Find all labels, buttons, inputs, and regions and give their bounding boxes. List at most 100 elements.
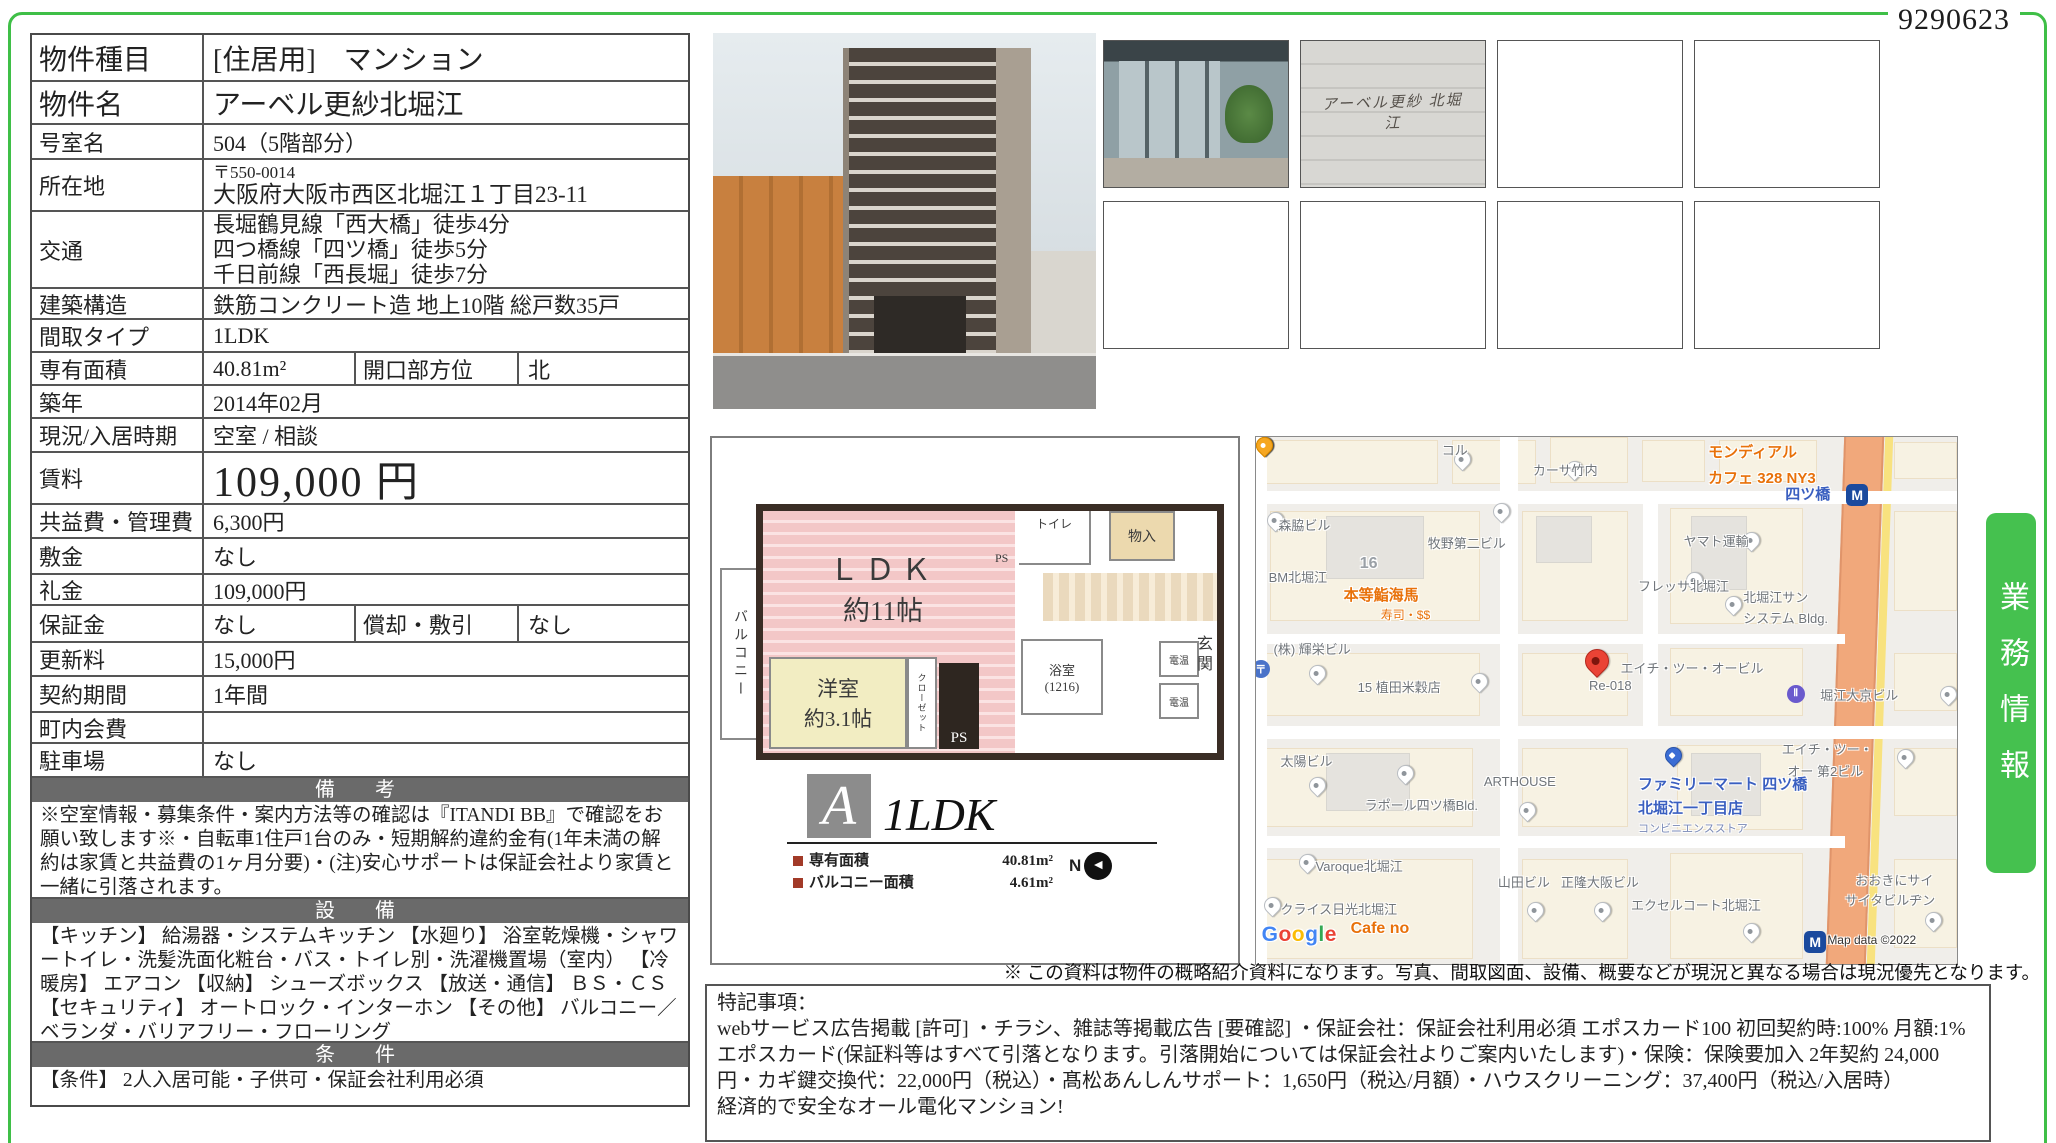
map-attribution: Map data ©2022 (1827, 933, 1916, 947)
row-label: 建築構造 (32, 289, 204, 318)
map-building (1894, 442, 1957, 479)
area-value: 40.81m² (1002, 850, 1053, 872)
row-label: 物件名 (32, 82, 204, 123)
map-label: フレッサ北堀江 (1638, 576, 1729, 595)
property-sheet: 9290623 物件種目 [住居用] マンション 物件名 アーベル更紗北堀江 号… (0, 0, 2056, 1143)
bullet-square-icon (793, 856, 803, 866)
map-label: モンディアル (1708, 441, 1797, 462)
special-notes-footer: 経済的で安全なオール電化マンション! (717, 1094, 1979, 1120)
map-label: BM北堀江 (1269, 567, 1328, 586)
document-number: 9290623 (1888, 3, 2020, 37)
floorplan-balcony: バルコニー (720, 568, 758, 740)
row-value: 長堀鶴見線「西大橋」徒歩4分 四つ橋線「四ツ橋」徒歩5分 千日前線「西長堀」徒歩… (204, 212, 688, 287)
map-building (1263, 440, 1438, 485)
exclusive-area-row: 専有面積 40.81m² (793, 850, 1053, 872)
row-value: なし (204, 606, 356, 641)
photo-slot-empty (1300, 201, 1486, 349)
map-building (1642, 440, 1705, 482)
table-row: 保証金 なし 償却・敷引 なし (32, 606, 688, 643)
photo-slot-empty (1694, 201, 1880, 349)
balcony-label: バルコニー (729, 609, 749, 699)
table-row: 共益費・管理費 6,300円 (32, 505, 688, 539)
location-map: MM〒Ⅱコルカーサ竹内森脇ビル牧野第二ビルBM北堀江16本等鮨海馬寿司・$$(株… (1255, 436, 1958, 965)
table-row: 物件名 アーベル更紗北堀江 (32, 82, 688, 125)
photo-low-building (1031, 251, 1096, 356)
table-row: 築年 2014年02月 (32, 386, 688, 419)
map-label: 四ツ橋 (1785, 483, 1830, 504)
bedroom-label: 洋室 (817, 673, 859, 703)
ldk-size: 約11帖 (783, 589, 983, 628)
photo-neighbor-building (713, 176, 843, 356)
row-label: 号室名 (32, 125, 204, 158)
area-label: 専有面積 (809, 850, 869, 872)
table-row: 交通 長堀鶴見線「西大橋」徒歩4分 四つ橋線「四ツ橋」徒歩5分 千日前線「西長堀… (32, 212, 688, 289)
map-label: おおきにサイ (1855, 870, 1933, 889)
row-label-2: 開口部方位 (356, 353, 519, 384)
row-label: 契約期間 (32, 677, 204, 711)
map-subw-icon: Ⅱ (1787, 685, 1805, 703)
map-disclaimer: ※ この資料は物件の概略紹介資料になります。写真、間取図面、設備、概要などが現況… (1004, 959, 2040, 985)
row-label: 専有面積 (32, 353, 204, 384)
floorplan-storage: 物入 (1109, 511, 1175, 561)
postal-code: 〒550-0014 (213, 163, 295, 182)
tab-business-info[interactable]: 業務情報 (1986, 513, 2036, 873)
equipment-body: 【キッチン】 給湯器・システムキッチン 【水廻り】 浴室乾燥機・シャワートイレ・… (32, 923, 688, 1043)
map-label: カーサ竹内 (1533, 460, 1598, 479)
row-label: 保証金 (32, 606, 204, 641)
row-value: なし (204, 539, 688, 573)
map-label: 牧野第二ビル (1428, 533, 1506, 552)
table-row: 物件種目 [住居用] マンション (32, 35, 688, 82)
photo-slot-empty (1497, 201, 1683, 349)
transit-line: 四つ橋線「四ツ橋」徒歩5分 (213, 237, 488, 262)
map-label: 太陽ビル (1281, 751, 1333, 770)
rent-value: 109,000 円 (204, 453, 688, 503)
table-row: 駐車場 なし (32, 744, 688, 778)
map-label: 正隆大阪ビル (1561, 872, 1639, 891)
row-value-2: 北 (519, 353, 688, 384)
row-label: 所在地 (32, 160, 204, 210)
map-label: 北堀江一丁目店 (1638, 797, 1743, 818)
special-notes: 特記事項： webサービス広告掲載 [許可] ・チラシ、雑誌等掲載広告 [要確認… (705, 984, 1991, 1142)
bath-size: (1216) (1045, 679, 1080, 695)
map-label: ヤマト運輸 (1684, 531, 1749, 550)
row-label: 町内会費 (32, 713, 204, 742)
row-value: 504（5階部分） (204, 125, 688, 158)
map-road (1643, 491, 1658, 739)
map-metro-icon: M (1846, 484, 1868, 506)
address: 大阪府大阪市西区北堀江１丁目23-11 (213, 182, 588, 208)
row-label: 賃料 (32, 453, 204, 503)
unit-type-name: 1LDK (883, 788, 995, 841)
floorplan-bath: 浴室 (1216) (1021, 639, 1103, 715)
row-value: アーベル更紗北堀江 (204, 82, 688, 123)
map-label: 15 植田米穀店 (1358, 677, 1441, 696)
map-label: オー 第2ビル (1787, 761, 1863, 780)
row-label: 敷金 (32, 539, 204, 573)
row-label-2: 償却・敷引 (356, 606, 519, 641)
map-label: 堀江大京ビル (1820, 685, 1898, 704)
map-label: 森脇ビル (1278, 515, 1330, 534)
map-label: コンビニエンスストア (1638, 820, 1748, 836)
map-road (1256, 726, 1957, 740)
floorplan-ps-top: PS (995, 551, 1008, 566)
photo-road (713, 356, 1096, 409)
section-header-remarks: 備 考 (32, 778, 688, 802)
map-label: エイチ・ツー・ (1782, 739, 1873, 758)
map-building (1894, 511, 1957, 611)
section-header-equipment: 設 備 (32, 899, 688, 923)
row-value: [住居用] マンション (204, 35, 688, 80)
photo-building-side (996, 48, 1030, 356)
floorplan-entrance: 玄関 (1187, 607, 1217, 703)
map-label: 北堀江サン (1743, 587, 1808, 606)
transit-line: 長堀鶴見線「西大橋」徒歩4分 (213, 212, 510, 237)
entrance-photo (1103, 40, 1289, 188)
map-label: 寿司・$$ (1381, 606, 1430, 623)
floorplan-toilet: トイレ (1019, 511, 1091, 565)
table-row: 号室名 504（5階部分） (32, 125, 688, 160)
row-value: 40.81m² (204, 353, 356, 384)
row-value: 15,000円 (204, 643, 688, 675)
photo-glass (1119, 61, 1220, 157)
row-value: 空室 / 相談 (204, 419, 688, 451)
map-label: ファミリーマート 四ツ橋 (1638, 773, 1807, 794)
photo-entrance-dark (874, 296, 966, 356)
table-row: 建築構造 鉄筋コンクリート造 地上10階 総戸数35戸 (32, 289, 688, 320)
